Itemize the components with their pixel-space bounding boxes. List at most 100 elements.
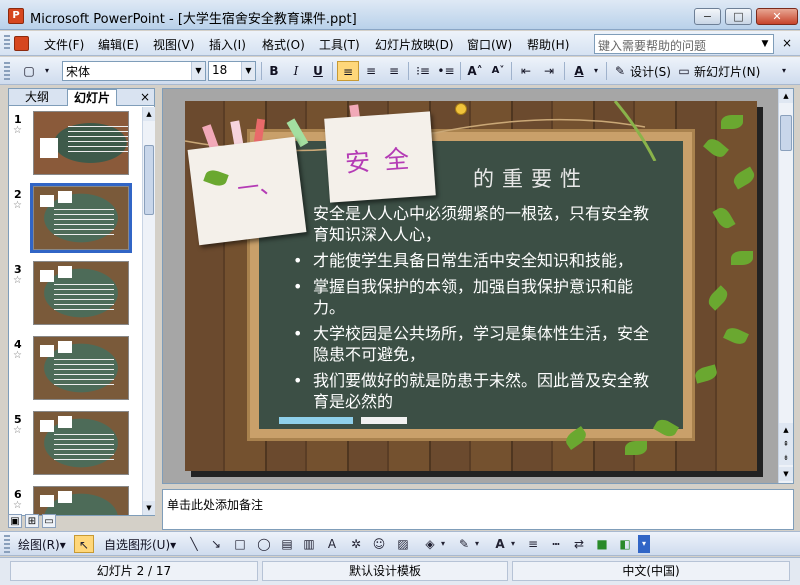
- dash-style-icon[interactable]: ┅: [546, 535, 566, 553]
- chevron-down-icon[interactable]: ▾: [507, 535, 519, 553]
- previous-slide-icon[interactable]: ⇞: [779, 437, 793, 451]
- slide-thumbnail[interactable]: [33, 111, 129, 175]
- toolbar-options-icon[interactable]: ▾: [638, 535, 650, 553]
- menu-view[interactable]: 视图(V): [153, 36, 195, 53]
- bulleted-list-icon[interactable]: •≡: [435, 61, 457, 81]
- slide-thumbnail[interactable]: [33, 336, 129, 400]
- slide-thumbnail[interactable]: [33, 261, 129, 325]
- chevron-down-icon[interactable]: ▾: [590, 61, 602, 81]
- help-search-input[interactable]: 键入需要帮助的问题: [594, 34, 774, 54]
- menu-help[interactable]: 帮助(H): [527, 36, 569, 53]
- design-button[interactable]: 设计(S): [630, 63, 671, 80]
- autoshapes-menu[interactable]: 自选图形(U)▾: [104, 536, 176, 553]
- oval-tool-icon[interactable]: ◯: [254, 535, 274, 553]
- tab-outline[interactable]: 大纲: [19, 89, 55, 106]
- chevron-down-icon[interactable]: ▼: [757, 35, 773, 53]
- increase-font-icon[interactable]: A˄: [464, 61, 486, 81]
- select-pointer-icon[interactable]: ↖: [74, 535, 94, 553]
- slide-body-text[interactable]: 安全是人人心中必须绷紧的一根弦，只有安全教育知识深入人心， • 才能使学生具备日…: [291, 203, 653, 417]
- new-slide-button[interactable]: 新幻灯片(N): [694, 63, 760, 80]
- scroll-up-icon[interactable]: ▲: [143, 107, 155, 121]
- slide-thumbnail[interactable]: [33, 411, 129, 475]
- align-right-icon[interactable]: ≡: [383, 61, 405, 81]
- chevron-down-icon[interactable]: ▾: [437, 535, 449, 553]
- minimize-button[interactable]: −: [694, 8, 721, 25]
- line-style-icon[interactable]: ≡: [523, 535, 543, 553]
- numbered-list-icon[interactable]: ⁝≡: [412, 61, 434, 81]
- slideshow-icon[interactable]: ▭: [42, 514, 56, 528]
- slides-scrollbar[interactable]: ▲ ▼: [142, 107, 155, 515]
- toolbar-grip[interactable]: [4, 62, 10, 80]
- powerpoint-icon[interactable]: P: [8, 8, 24, 24]
- font-name-select[interactable]: 宋体 ▼: [62, 61, 206, 81]
- slide-thumbnail-row[interactable]: 4 ☆: [9, 332, 142, 404]
- scroll-down-icon[interactable]: ▼: [143, 501, 155, 515]
- menu-file[interactable]: 文件(F): [44, 36, 84, 53]
- new-file-icon[interactable]: ▢: [18, 61, 40, 81]
- menu-format[interactable]: 格式(O): [262, 36, 305, 53]
- notes-pane[interactable]: 单击此处添加备注: [162, 489, 794, 530]
- bold-button[interactable]: B: [263, 61, 285, 81]
- document-icon[interactable]: [14, 36, 29, 51]
- arrow-style-icon[interactable]: ⇄: [569, 535, 589, 553]
- normal-view-icon[interactable]: ▣: [8, 514, 22, 528]
- chevron-down-icon[interactable]: ▼: [241, 62, 255, 80]
- slide-sorter-icon[interactable]: ⊞: [25, 514, 39, 528]
- menu-slideshow[interactable]: 幻灯片放映(D): [375, 36, 454, 53]
- slide-thumbnail-row[interactable]: 3 ☆: [9, 257, 142, 329]
- slide-canvas[interactable]: 一、 安全 的重要性 安全是人人心中必须绷紧的一根弦，只有安全教育知识深入人心，…: [185, 101, 757, 471]
- scroll-down-icon[interactable]: ▼: [779, 467, 793, 481]
- slide-thumbnail-row[interactable]: 1 ☆: [9, 107, 142, 179]
- shadow-style-icon[interactable]: ■: [592, 535, 612, 553]
- toolbar-options-icon[interactable]: ▾: [776, 61, 792, 81]
- tab-slides[interactable]: 幻灯片: [67, 89, 118, 106]
- align-left-icon[interactable]: ≡: [337, 61, 359, 81]
- font-color-icon[interactable]: A: [568, 61, 590, 81]
- diagram-icon[interactable]: ✲: [346, 535, 366, 553]
- align-center-icon[interactable]: ≡: [360, 61, 382, 81]
- decrease-font-icon[interactable]: A˅: [487, 61, 509, 81]
- maximize-button[interactable]: □: [725, 8, 752, 25]
- chevron-down-icon[interactable]: ▼: [191, 62, 205, 80]
- toolbar-grip[interactable]: [4, 35, 10, 51]
- menu-insert[interactable]: 插入(I): [209, 36, 246, 53]
- menu-tools[interactable]: 工具(T): [319, 36, 360, 53]
- chevron-down-icon[interactable]: ▾: [40, 61, 54, 81]
- design-template-status[interactable]: 默认设计模板: [262, 561, 508, 581]
- slide-scrollbar[interactable]: ▲ ▲ ⇞ ⇟ ▼: [778, 89, 793, 483]
- menu-window[interactable]: 窗口(W): [467, 36, 512, 53]
- close-document-button[interactable]: ×: [782, 36, 792, 50]
- italic-button[interactable]: I: [285, 61, 307, 81]
- close-icon[interactable]: ×: [140, 90, 150, 104]
- notes-placeholder[interactable]: 单击此处添加备注: [167, 496, 263, 513]
- font-size-select[interactable]: 18 ▼: [208, 61, 256, 81]
- wordart-icon[interactable]: A: [322, 535, 342, 553]
- underline-button[interactable]: U: [307, 61, 329, 81]
- next-slide-icon[interactable]: ⇟: [779, 451, 793, 465]
- scrollbar-thumb[interactable]: [144, 145, 154, 215]
- increase-indent-icon[interactable]: ⇥: [538, 61, 560, 81]
- slide-thumbnail-row[interactable]: 2 ☆: [9, 182, 142, 254]
- close-button[interactable]: ✕: [756, 8, 798, 25]
- slide-thumbnail-selected[interactable]: [30, 183, 132, 253]
- toolbar-grip[interactable]: [4, 535, 10, 553]
- scrollbar-thumb[interactable]: [780, 115, 792, 151]
- slide-thumbnail-row[interactable]: 6 ☆: [9, 482, 142, 515]
- draw-menu[interactable]: 绘图(R)▾: [18, 536, 66, 553]
- slide-thumbnail-row[interactable]: 5 ☆: [9, 407, 142, 479]
- picture-icon[interactable]: ▨: [393, 535, 413, 553]
- textbox-tool-icon[interactable]: ▤: [277, 535, 297, 553]
- 3d-style-icon[interactable]: ◧: [615, 535, 635, 553]
- slide-thumbnail[interactable]: [33, 486, 129, 515]
- menu-edit[interactable]: 编辑(E): [98, 36, 139, 53]
- line-tool-icon[interactable]: ╲: [184, 535, 204, 553]
- scroll-up-icon[interactable]: ▲: [779, 423, 793, 437]
- arrow-tool-icon[interactable]: ↘: [206, 535, 226, 553]
- slide-heading[interactable]: 的重要性: [473, 163, 589, 193]
- rectangle-tool-icon[interactable]: □: [230, 535, 250, 553]
- chevron-down-icon[interactable]: ▾: [471, 535, 483, 553]
- clipart-icon[interactable]: ☺: [369, 535, 389, 553]
- scroll-up-icon[interactable]: ▲: [779, 89, 793, 103]
- decrease-indent-icon[interactable]: ⇤: [515, 61, 537, 81]
- vertical-textbox-icon[interactable]: ▥: [299, 535, 319, 553]
